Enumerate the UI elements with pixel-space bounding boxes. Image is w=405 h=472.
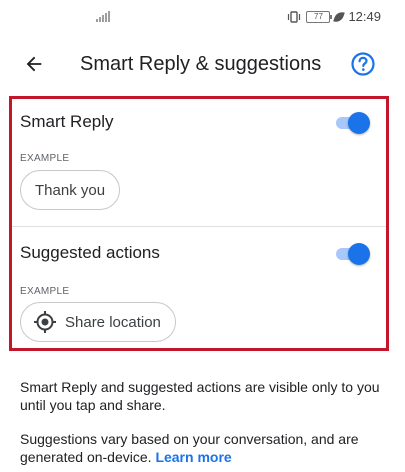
toggle-thumb: [348, 243, 370, 265]
chip-label: Share location: [65, 313, 161, 331]
vibrate-icon: [288, 10, 301, 23]
help-button[interactable]: [349, 50, 377, 78]
info-paragraph-2: Suggestions vary based on your conversat…: [20, 430, 385, 466]
suggested-actions-example-label: EXAMPLE: [20, 286, 70, 297]
chip-label: Thank you: [35, 181, 106, 199]
suggested-actions-row[interactable]: Suggested actions: [20, 239, 370, 269]
example-chip-share-location: Share location: [20, 302, 176, 342]
smart-reply-toggle[interactable]: [334, 112, 370, 134]
back-arrow-icon: [26, 56, 42, 72]
suggested-actions-toggle[interactable]: [334, 243, 370, 265]
smart-reply-label: Smart Reply: [20, 112, 114, 131]
status-bar: 77 12:49: [0, 0, 405, 36]
smart-reply-example-label: EXAMPLE: [20, 153, 70, 164]
status-icons: 77 12:49: [287, 9, 381, 24]
battery-icon: 77: [306, 10, 333, 23]
location-icon: [34, 311, 56, 333]
help-icon: [351, 52, 375, 76]
charging-leaf-icon: [333, 9, 346, 24]
example-chip-thank-you: Thank you: [20, 170, 121, 210]
suggested-actions-label: Suggested actions: [20, 243, 160, 262]
info-paragraph-1: Smart Reply and suggested actions are vi…: [20, 379, 380, 413]
learn-more-link[interactable]: Learn more: [155, 449, 231, 465]
page-title: Smart Reply & suggestions: [80, 53, 322, 75]
back-button[interactable]: [18, 48, 50, 80]
toggle-thumb: [348, 112, 370, 134]
signal-icon: [96, 10, 110, 22]
app-bar: Smart Reply & suggestions: [0, 36, 405, 92]
status-time: 12:49: [348, 9, 381, 24]
smart-reply-row[interactable]: Smart Reply: [20, 108, 370, 138]
divider: [12, 226, 386, 227]
